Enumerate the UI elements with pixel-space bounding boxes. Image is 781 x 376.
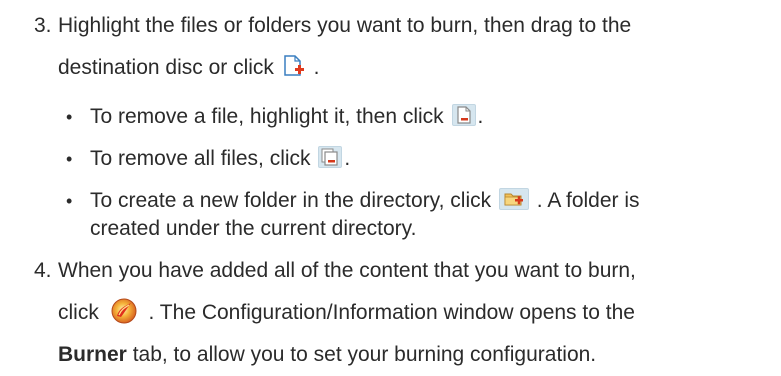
step-3-text: destination disc or click (58, 56, 274, 79)
step-3-line-1: Highlight the files or folders you want … (58, 14, 632, 37)
step-4-text: click (58, 301, 99, 324)
bullet-remove-file: To remove a file, highlight it, then cli… (90, 104, 483, 130)
step-4-line-2: click . The Configuration/Information wi… (58, 298, 635, 326)
step-4-line-3: Burner tab, to allow you to set your bur… (58, 342, 596, 368)
bullet-new-folder: To create a new folder in the directory,… (90, 188, 640, 214)
bullet-text: To remove all files, click (90, 147, 311, 170)
bullet-text: To remove a file, highlight it, then cli… (90, 105, 444, 128)
bullet-text: To create a new folder in the directory,… (90, 189, 492, 212)
bullet-remove-all: To remove all files, click . (90, 146, 350, 172)
remove-all-files-icon (318, 146, 343, 169)
bullet-new-folder-line-2: created under the current directory. (90, 217, 417, 240)
bullet-text-end: . A folder is (530, 189, 640, 212)
step-4-line-1: When you have added all of the content t… (58, 259, 636, 282)
remove-file-icon (451, 104, 476, 127)
bullet-dot: • (66, 149, 73, 169)
bullet-text-end: . (344, 147, 351, 170)
bullet-dot: • (66, 191, 73, 211)
step-3-text-end: . (307, 56, 320, 79)
bullet-text-end: . (477, 105, 484, 128)
new-folder-icon (498, 188, 529, 211)
burner-tab-label: Burner (58, 343, 127, 366)
add-file-icon (282, 55, 306, 77)
step-number: 4. (34, 259, 52, 282)
step-4-text-end: . The Configuration/Information window o… (142, 301, 635, 324)
burn-icon (109, 298, 139, 324)
bullet-dot: • (66, 107, 73, 127)
document-page: 3. Highlight the files or folders you wa… (0, 0, 781, 376)
step-4-text-rest: tab, to allow you to set your burning co… (126, 343, 597, 366)
step-3-line-2: destination disc or click . (58, 55, 319, 81)
step-number: 3. (34, 14, 52, 37)
